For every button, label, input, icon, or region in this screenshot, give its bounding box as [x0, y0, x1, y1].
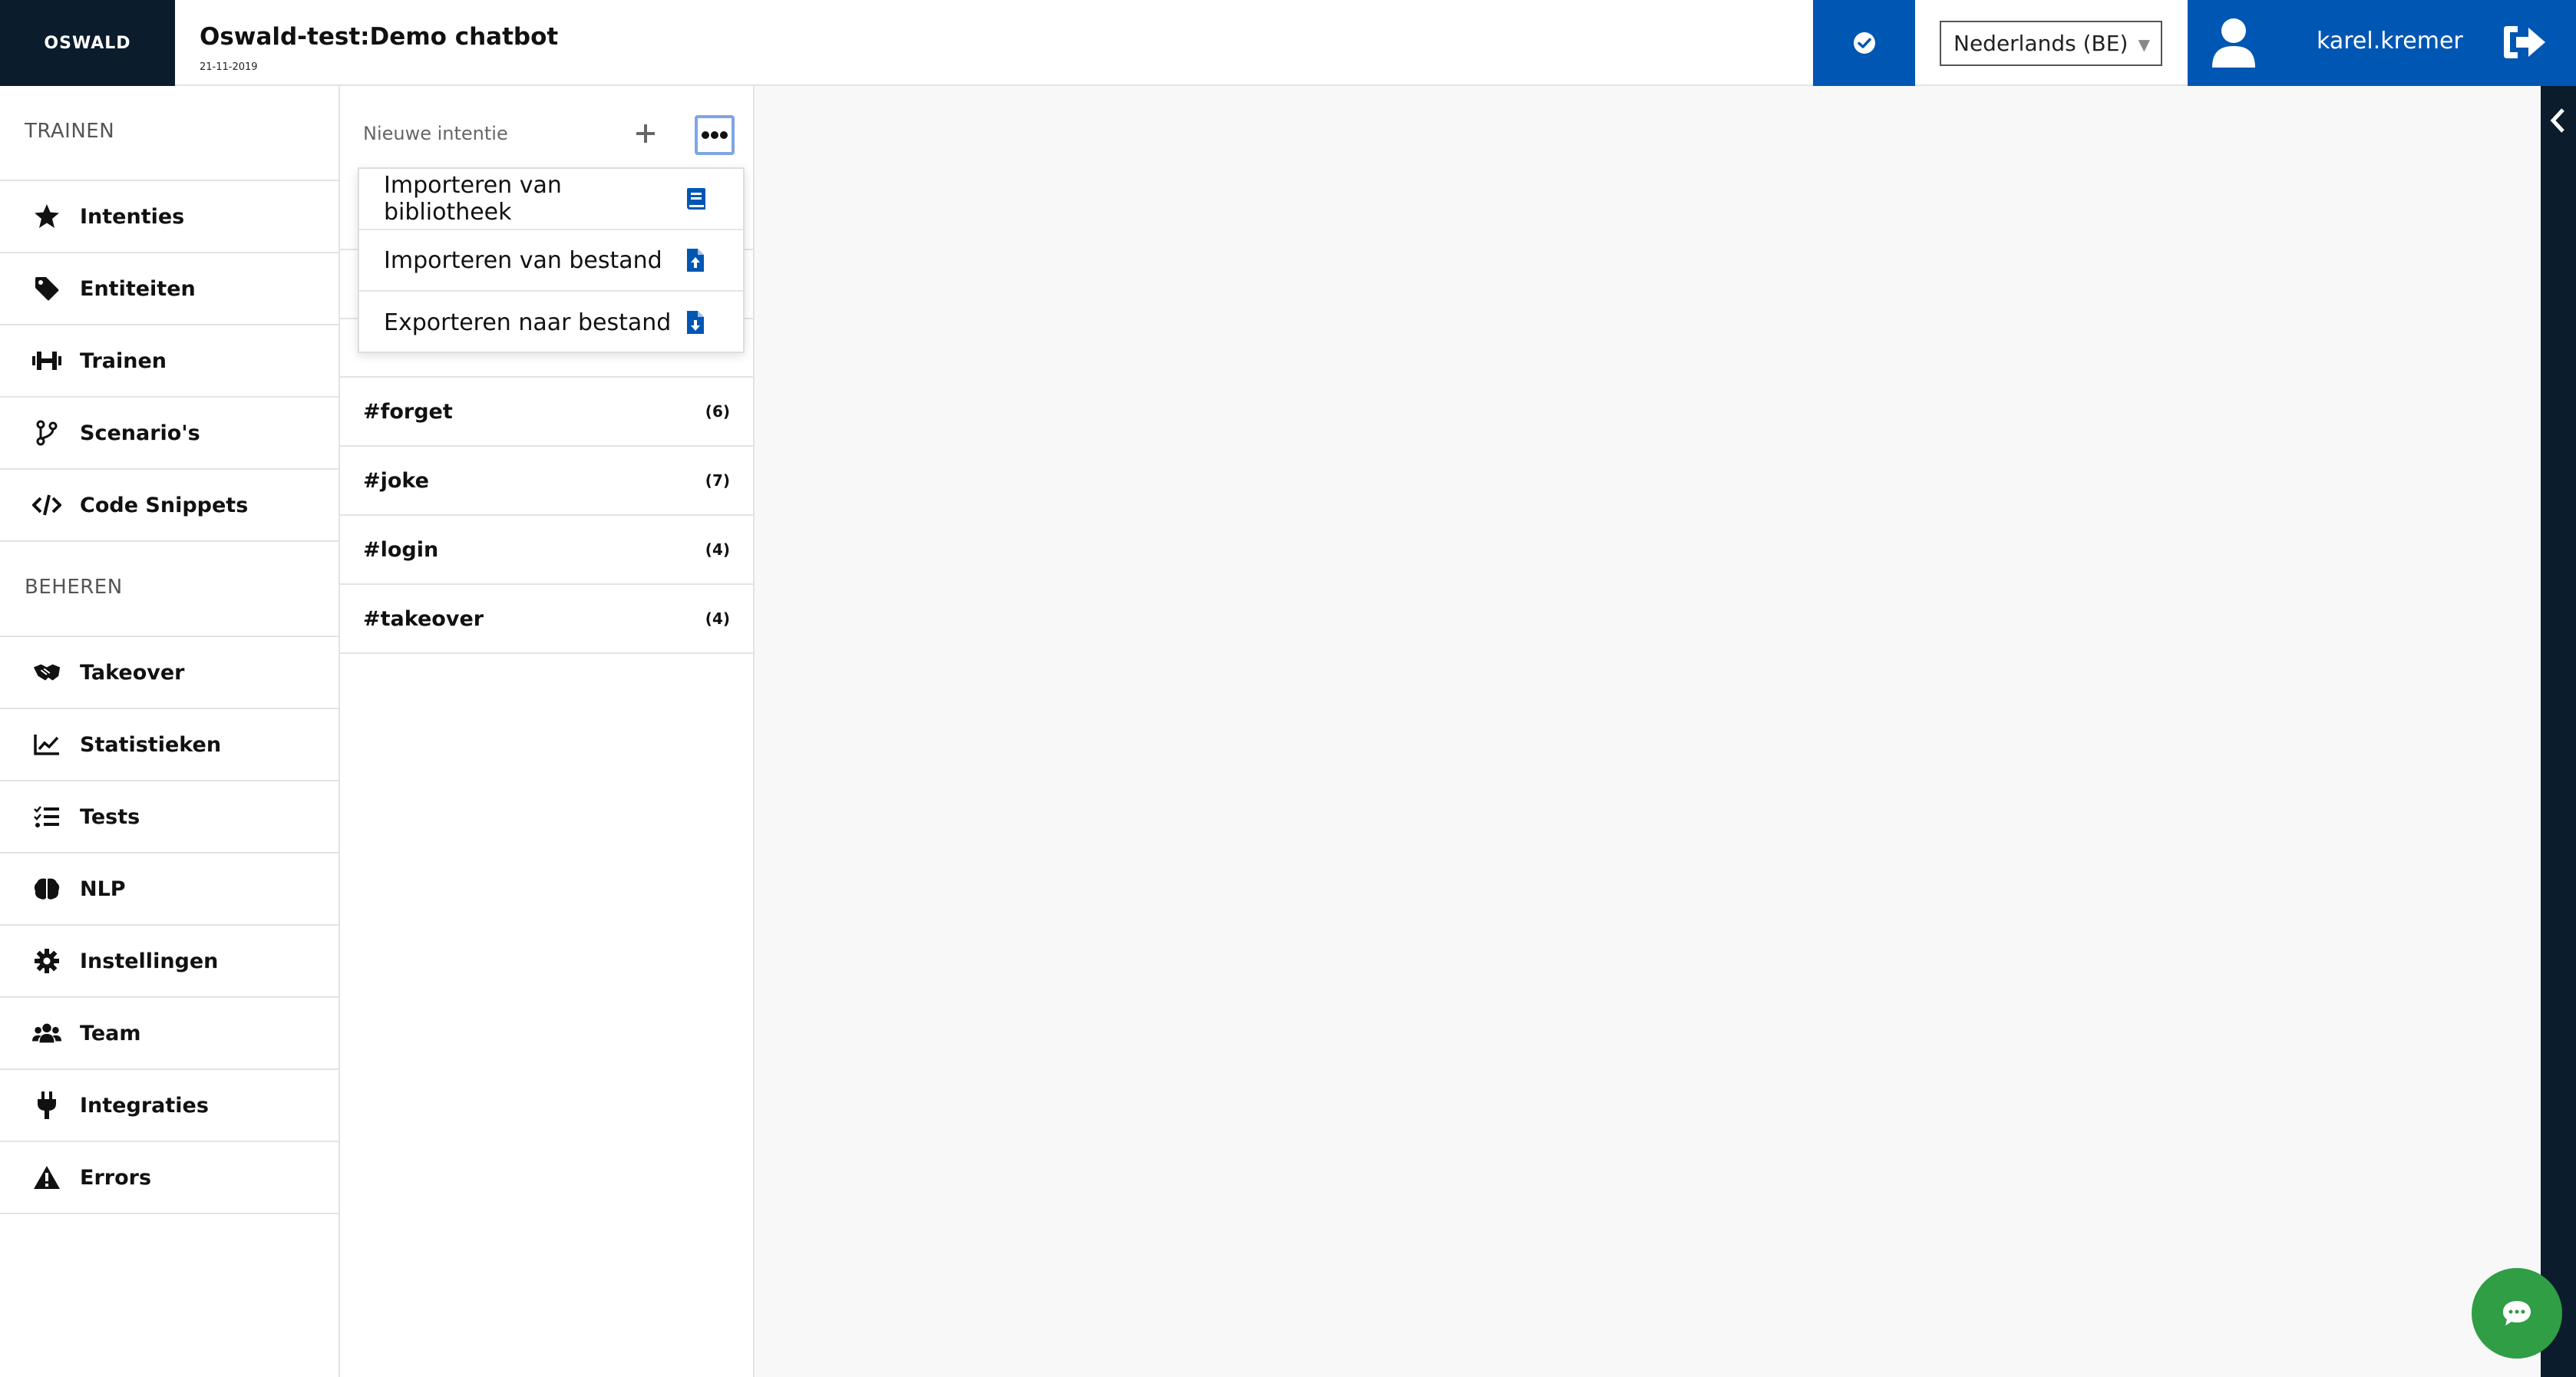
- section-label-manage: BEHEREN: [0, 542, 339, 637]
- title-block: Oswald-test:Demo chatbot 21-11-2019: [200, 23, 558, 73]
- language-select[interactable]: Nederlands (BE) ▼: [1940, 21, 2162, 66]
- menu-item-label: Importeren van bibliotheek: [384, 172, 562, 226]
- file-download-icon: [685, 309, 706, 335]
- add-intent-button[interactable]: [630, 118, 661, 149]
- intent-row-login[interactable]: #login (4): [340, 516, 755, 585]
- more-options-dropdown: Importeren van bibliotheek Importeren va…: [358, 167, 745, 353]
- username: karel.kremer: [2317, 28, 2463, 54]
- sidebar-item-instellingen[interactable]: Instellingen: [0, 926, 339, 998]
- language-select-value: Nederlands (BE): [1953, 31, 2129, 56]
- sidebar-item-label: Trainen: [80, 348, 167, 373]
- sidebar-item-label: Entiteiten: [80, 276, 196, 301]
- book-icon: [685, 186, 706, 212]
- sidebar-item-takeover[interactable]: Takeover: [0, 637, 339, 709]
- export-file-menu-item[interactable]: Exporteren naar bestand: [359, 292, 743, 353]
- chevron-left-icon: [2550, 108, 2564, 133]
- menu-item-label: Importeren van bestand: [384, 246, 662, 274]
- sidebar-item-integraties[interactable]: Integraties: [0, 1070, 339, 1142]
- oswald-logo[interactable]: OSWALD: [0, 0, 175, 86]
- sidebar-item-code-snippets[interactable]: Code Snippets: [0, 470, 339, 542]
- sidebar: TRAINEN Intenties Entiteiten Trainen Sce…: [0, 86, 340, 1377]
- sidebar-item-label: Takeover: [80, 660, 185, 685]
- chart-line-icon: [32, 730, 61, 759]
- more-options-button[interactable]: [695, 115, 735, 155]
- sidebar-item-statistieken[interactable]: Statistieken: [0, 709, 339, 781]
- main-content-area: [755, 86, 2541, 1377]
- sidebar-item-label: Team: [80, 1021, 141, 1045]
- intent-list: #forget (6) #joke (7) #login (4) #takeov…: [340, 378, 755, 654]
- plug-icon: [32, 1091, 61, 1120]
- publish-status-button[interactable]: [1813, 0, 1915, 86]
- user-menu[interactable]: karel.kremer: [2188, 0, 2576, 86]
- select-arrow-icon: ▼: [2138, 35, 2150, 54]
- check-circle-icon: [1853, 32, 1875, 54]
- menu-item-label: Exporteren naar bestand: [384, 309, 672, 336]
- logo-text: OSWALD: [44, 33, 131, 53]
- file-upload-icon: [685, 247, 706, 273]
- sidebar-item-label: Tests: [80, 804, 140, 829]
- page-title: Oswald-test:Demo chatbot: [200, 23, 559, 51]
- import-library-menu-item[interactable]: Importeren van bibliotheek: [359, 169, 743, 230]
- sidebar-item-label: Intenties: [80, 204, 185, 229]
- intent-row-takeover[interactable]: #takeover (4): [340, 585, 755, 654]
- plus-icon: [636, 124, 655, 143]
- ellipsis-icon: [702, 131, 728, 139]
- sidebar-item-team[interactable]: Team: [0, 998, 339, 1070]
- intent-count: (7): [705, 471, 730, 490]
- page-date: 21-11-2019: [200, 61, 258, 73]
- chat-button[interactable]: [2472, 1268, 2562, 1359]
- logout-icon[interactable]: [2501, 23, 2547, 61]
- warning-icon: [32, 1163, 61, 1192]
- section-label-train: TRAINEN: [0, 86, 339, 181]
- handshake-icon: [32, 658, 61, 687]
- sidebar-item-tests[interactable]: Tests: [0, 781, 339, 854]
- brain-icon: [32, 874, 61, 903]
- intent-name: #login: [363, 537, 439, 562]
- sidebar-item-entiteiten[interactable]: Entiteiten: [0, 253, 339, 325]
- sidebar-item-intenties[interactable]: Intenties: [0, 181, 339, 253]
- user-icon: [2212, 18, 2255, 68]
- sidebar-item-label: Instellingen: [80, 949, 219, 973]
- sidebar-item-label: Errors: [80, 1165, 152, 1190]
- new-intent-label: Nieuwe intentie: [363, 123, 508, 144]
- intent-count: (4): [705, 609, 730, 628]
- sidebar-item-errors[interactable]: Errors: [0, 1142, 339, 1214]
- tasks-icon: [32, 802, 61, 831]
- right-panel-toggle[interactable]: [2541, 86, 2576, 1377]
- star-icon: [32, 202, 61, 231]
- sidebar-item-label: NLP: [80, 877, 126, 901]
- sidebar-item-label: Statistieken: [80, 732, 222, 757]
- intent-name: #forget: [363, 399, 453, 424]
- dumbbell-icon: [32, 346, 61, 375]
- code-icon: [32, 490, 61, 520]
- sidebar-item-label: Integraties: [80, 1093, 209, 1118]
- tag-icon: [32, 274, 61, 303]
- intent-row-joke[interactable]: #joke (7): [340, 447, 755, 516]
- intent-name: #joke: [363, 468, 429, 493]
- top-header: OSWALD Oswald-test:Demo chatbot 21-11-20…: [0, 0, 2576, 86]
- intent-name: #takeover: [363, 606, 484, 631]
- intent-count: (6): [705, 402, 730, 421]
- sidebar-item-scenarios[interactable]: Scenario's: [0, 398, 339, 470]
- branch-icon: [32, 418, 61, 447]
- intent-count: (4): [705, 540, 730, 559]
- gear-icon: [32, 946, 61, 976]
- import-file-menu-item[interactable]: Importeren van bestand: [359, 230, 743, 292]
- sidebar-item-label: Code Snippets: [80, 493, 249, 517]
- sidebar-item-label: Scenario's: [80, 421, 200, 445]
- chat-bubble-icon: [2503, 1301, 2531, 1326]
- sidebar-item-nlp[interactable]: NLP: [0, 854, 339, 926]
- intent-row-forget[interactable]: #forget (6): [340, 378, 755, 447]
- sidebar-item-trainen[interactable]: Trainen: [0, 325, 339, 398]
- users-icon: [32, 1019, 61, 1048]
